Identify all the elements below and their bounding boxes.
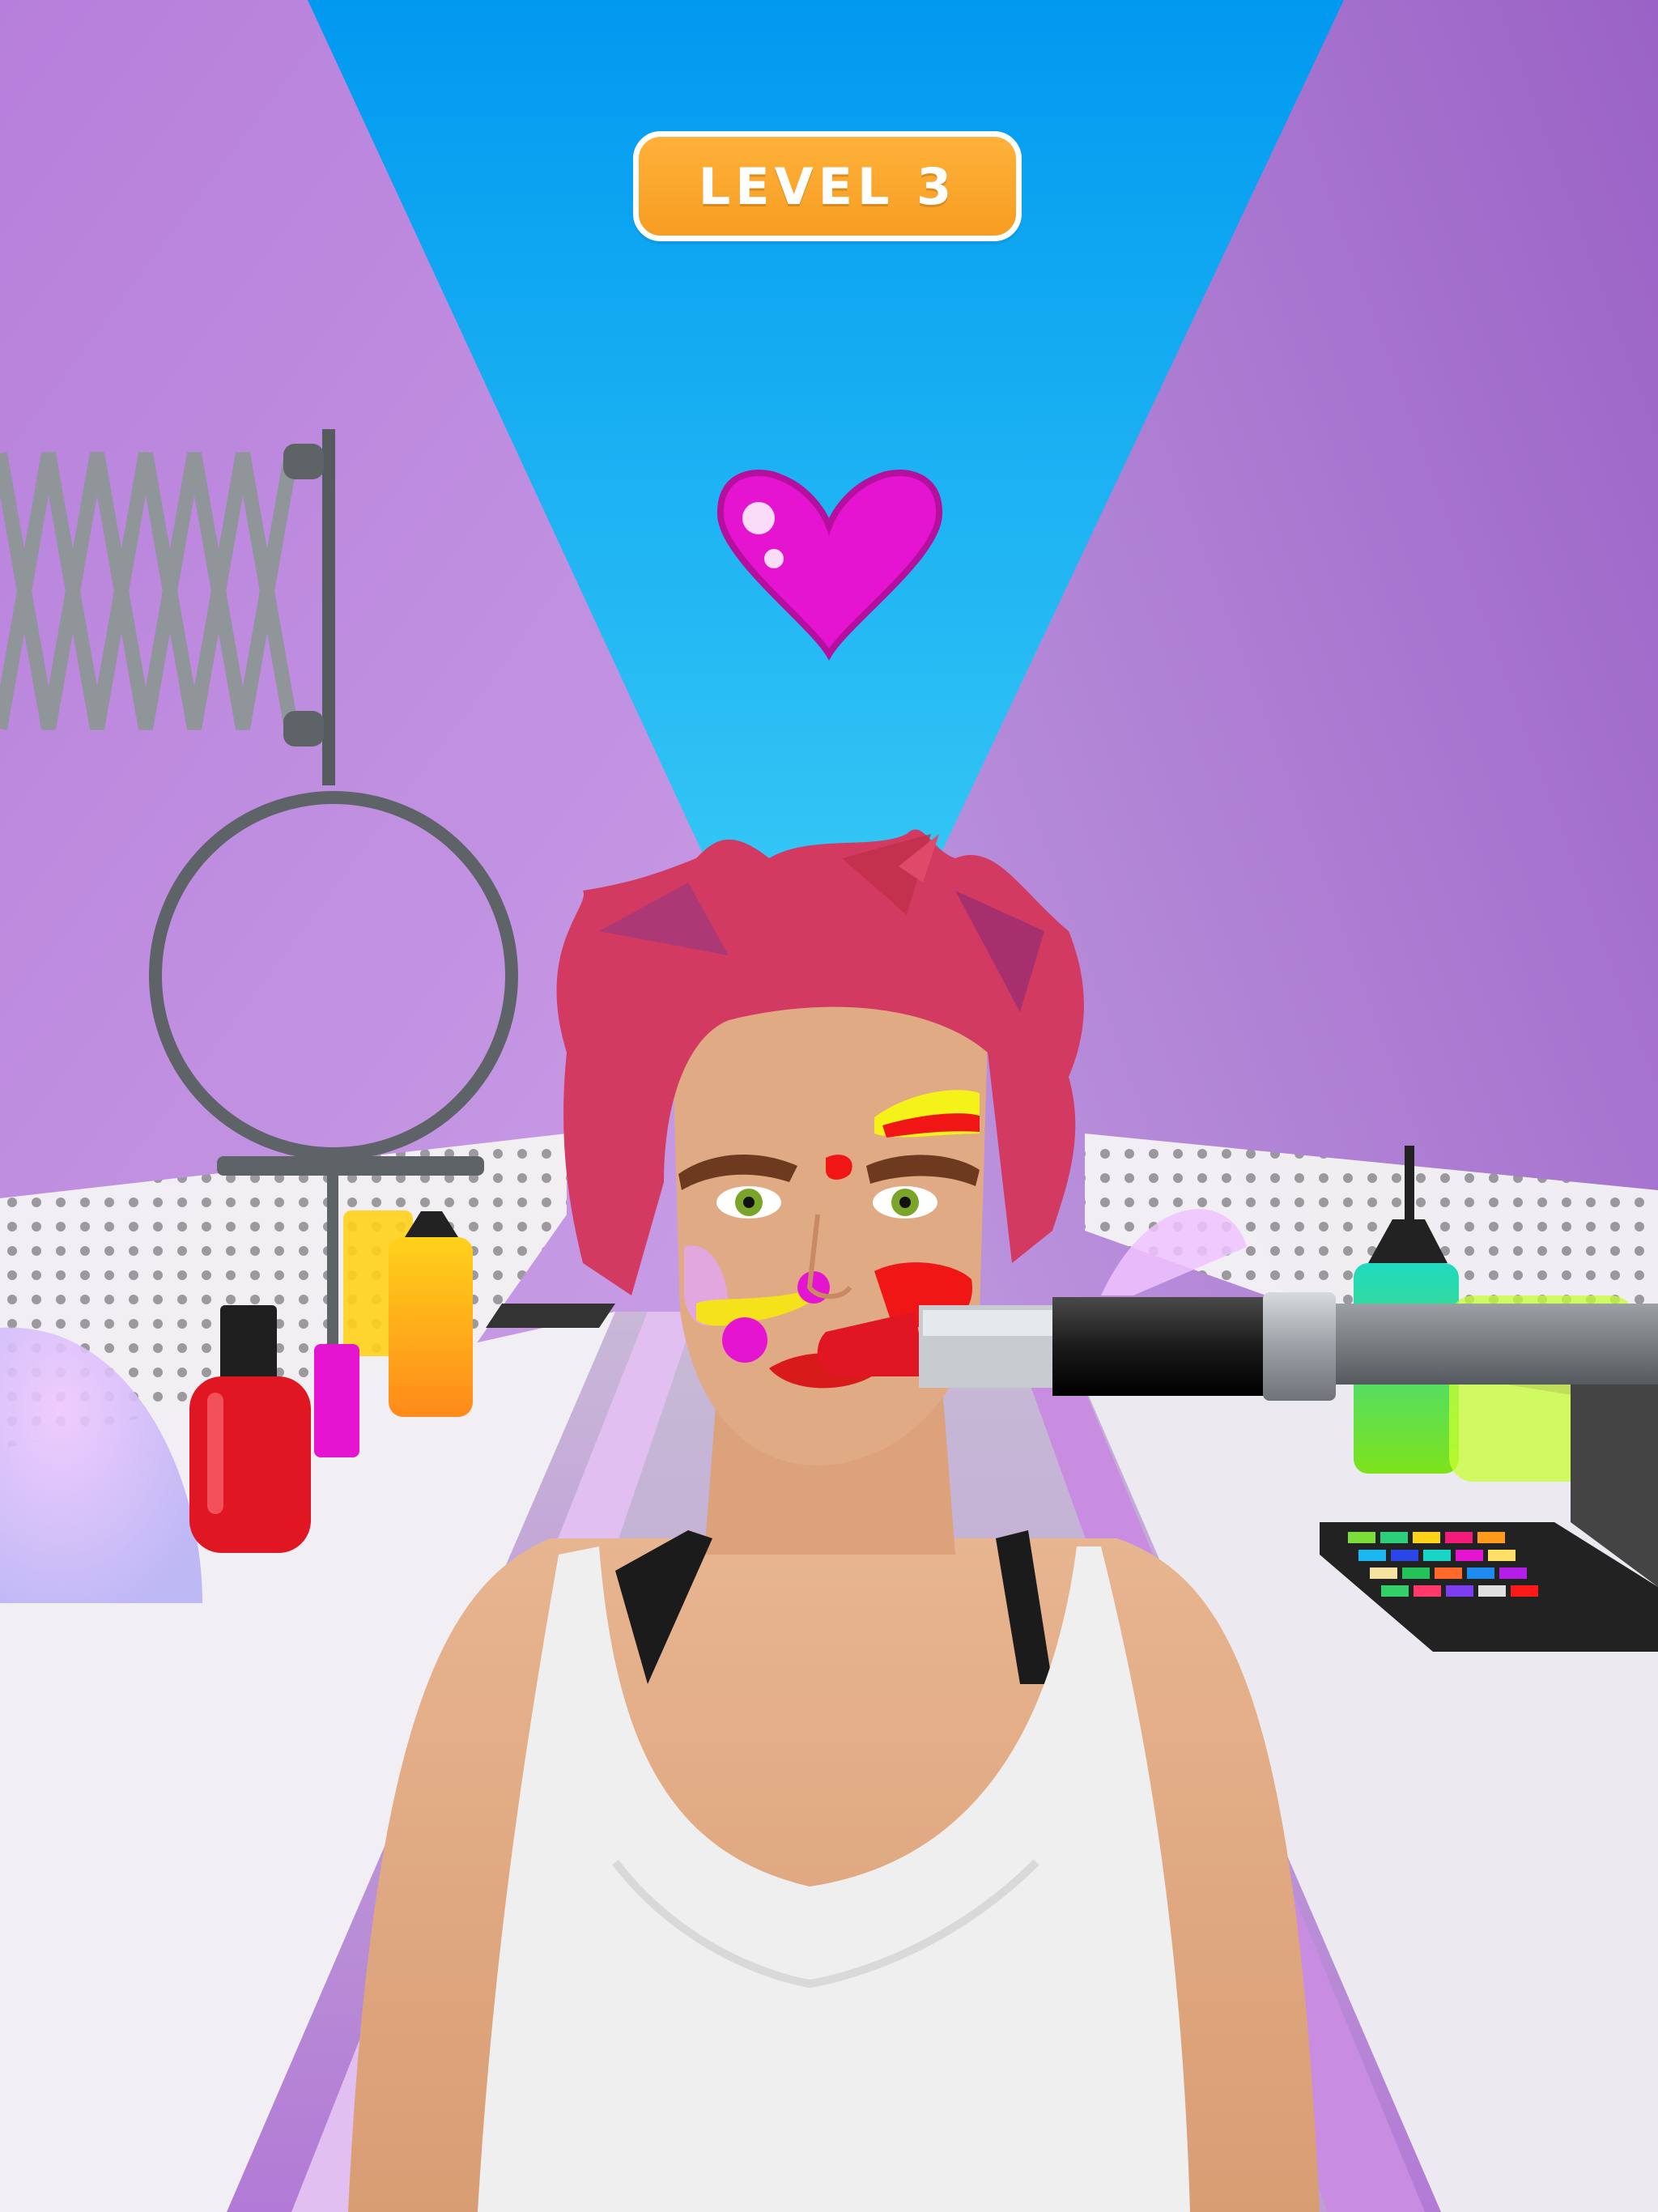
level-label: LEVEL 3 [698, 156, 957, 216]
face [672, 974, 988, 1465]
lipstick-tool[interactable] [817, 1292, 1658, 1401]
orange-bottle [389, 1237, 473, 1417]
lipstick-arm [1336, 1304, 1658, 1385]
level-badge: LEVEL 3 [633, 131, 1022, 241]
game-scene [0, 0, 1658, 2212]
arm-post [322, 429, 335, 785]
pink-bottle [314, 1344, 359, 1457]
